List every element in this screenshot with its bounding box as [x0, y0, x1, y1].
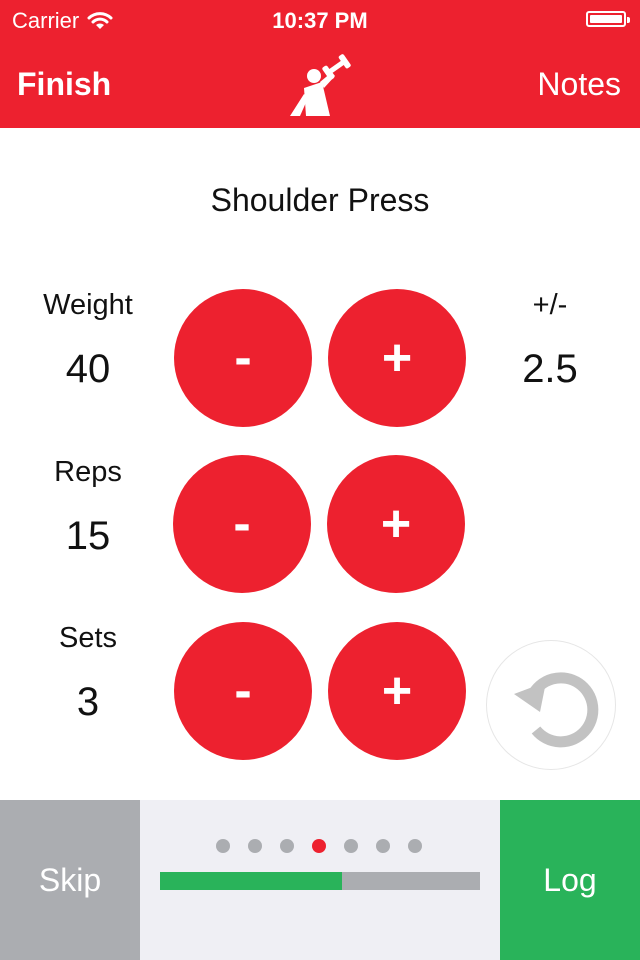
increment-value[interactable]: 2.5 — [462, 347, 638, 392]
page-dot — [280, 839, 294, 853]
progress-fill — [160, 872, 343, 890]
battery-icon — [586, 11, 630, 27]
reset-icon — [514, 672, 599, 748]
sets-value: 3 — [76, 680, 100, 724]
skip-button[interactable]: Skip — [0, 800, 140, 960]
header: Carrier 10:37 PM Finish Notes — [0, 0, 640, 128]
page-dot — [344, 839, 358, 853]
increment-label: +/- — [532, 289, 568, 321]
sets-label: Sets — [58, 622, 118, 654]
page-dot — [312, 839, 326, 853]
reset-button[interactable] — [486, 640, 616, 770]
page-dot — [216, 839, 230, 853]
exercise-title: Shoulder Press — [210, 182, 430, 218]
reps-decrease-button[interactable]: - — [173, 455, 311, 593]
weight-decrease-button[interactable]: - — [174, 289, 312, 427]
sets-increase-button[interactable]: + — [328, 622, 466, 760]
progress-bar — [160, 872, 480, 890]
reps-value: 15 — [65, 514, 111, 558]
log-button[interactable]: Log — [500, 800, 640, 960]
sets-decrease-button[interactable]: - — [174, 622, 312, 760]
weight-value: 40 — [65, 347, 111, 391]
finish-button[interactable]: Finish — [17, 66, 111, 103]
weight-label: Weight — [43, 289, 133, 321]
page-dot — [376, 839, 390, 853]
lifter-logo-icon — [284, 52, 356, 118]
status-time: 10:37 PM — [272, 8, 368, 33]
weight-increase-button[interactable]: + — [328, 289, 466, 427]
page-dot — [408, 839, 422, 853]
page-indicator — [216, 839, 422, 853]
reps-label: Reps — [54, 456, 122, 488]
bottom-bar: Skip Log — [0, 800, 640, 960]
page-dot — [248, 839, 262, 853]
reps-increase-button[interactable]: + — [327, 455, 465, 593]
status-bar: Carrier 10:37 PM — [0, 0, 640, 40]
notes-button[interactable]: Notes — [537, 66, 621, 103]
